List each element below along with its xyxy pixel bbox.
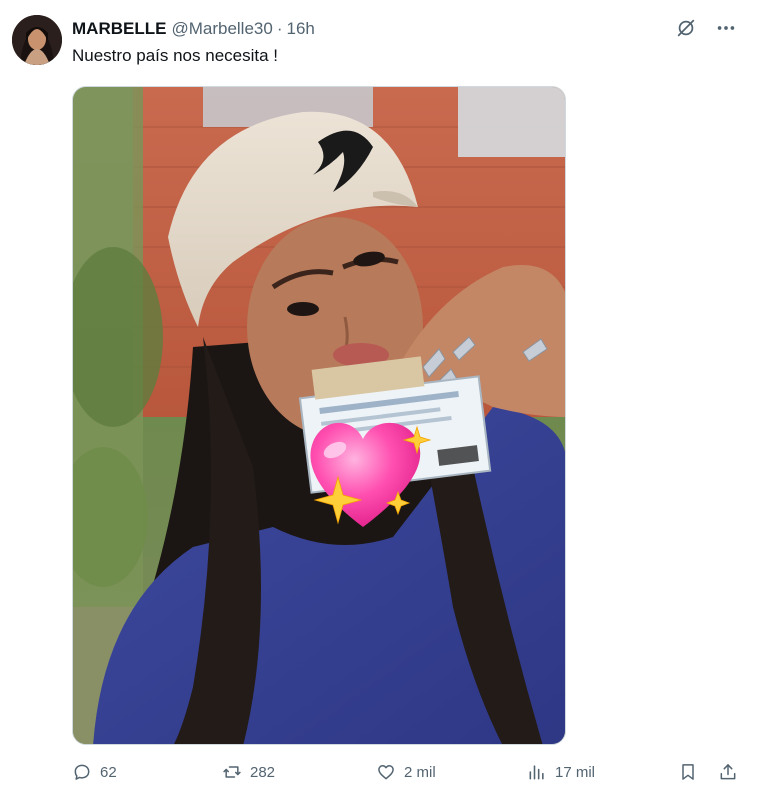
share-button[interactable] xyxy=(718,762,738,782)
share-icon xyxy=(720,764,736,780)
repost-button[interactable]: 282 xyxy=(222,762,275,782)
separator-dot: · xyxy=(276,19,283,38)
views-bar-icon xyxy=(529,765,544,780)
tweet-top-actions xyxy=(674,16,738,40)
tweet-card[interactable]: MARBELLE @Marbelle30 · 16h Nuestro país … xyxy=(0,0,760,795)
tweet-actions-bar: 62 282 2 mil 17 mil xyxy=(72,762,742,788)
timestamp[interactable]: 16h xyxy=(287,19,315,39)
repost-icon xyxy=(223,766,241,778)
views-button[interactable]: 17 mil xyxy=(527,762,595,782)
more-horizontal-icon[interactable] xyxy=(714,16,738,40)
views-count: 17 mil xyxy=(555,763,596,781)
repost-count: 282 xyxy=(250,763,276,781)
bookmark-button[interactable] xyxy=(678,762,698,782)
reply-count: 62 xyxy=(100,763,117,781)
tweet-header: MARBELLE @Marbelle30 · 16h xyxy=(72,16,315,42)
like-count: 2 mil xyxy=(404,763,436,781)
reply-icon xyxy=(74,764,90,780)
like-button[interactable]: 2 mil xyxy=(376,762,436,782)
avatar[interactable] xyxy=(12,15,62,65)
bookmark-icon xyxy=(682,764,694,780)
user-handle[interactable]: @Marbelle30 xyxy=(171,19,272,39)
display-name[interactable]: MARBELLE xyxy=(72,19,166,39)
reply-button[interactable]: 62 xyxy=(72,762,117,782)
slashed-circle-icon[interactable] xyxy=(674,16,698,40)
heart-outline-icon xyxy=(378,765,394,780)
tweet-text: Nuestro país nos necesita ! xyxy=(72,46,279,65)
tweet-photo[interactable] xyxy=(72,86,566,745)
